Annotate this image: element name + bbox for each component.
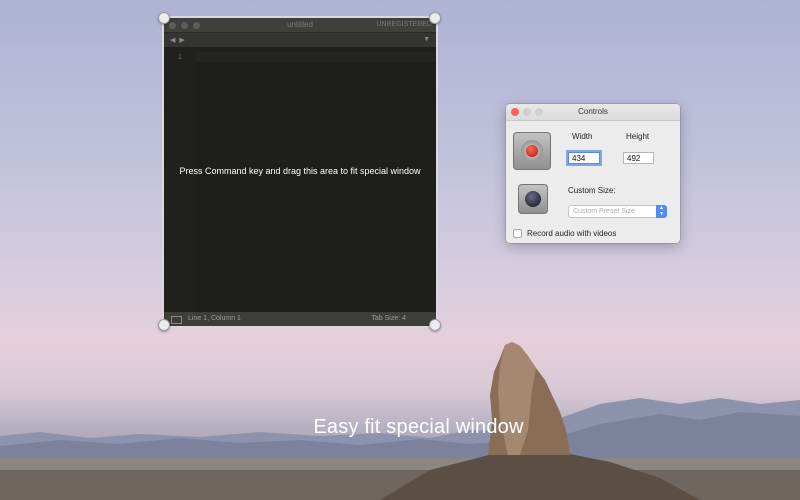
editor-titlebar[interactable]: untitled UNREGISTERED	[164, 18, 436, 32]
resize-handle-bottom-left[interactable]	[158, 319, 170, 331]
camera-lens-icon	[525, 191, 541, 207]
record-audio-label[interactable]: Record audio with videos	[527, 229, 616, 238]
caption-text: Easy fit special window	[313, 416, 524, 438]
chevron-updown-icon[interactable]: ▴ ▾	[656, 205, 667, 218]
custom-preset-select[interactable]: Custom Preset Size ▴ ▾	[568, 205, 667, 218]
resize-handle-top-right[interactable]	[429, 12, 441, 24]
cursor-position[interactable]: Line 1, Column 1	[188, 315, 241, 322]
camera-button[interactable]	[518, 184, 548, 214]
height-label: Height	[626, 132, 650, 141]
controls-titlebar[interactable]: Controls	[506, 104, 680, 121]
drag-instruction-text: Press Command key and drag this area to …	[179, 166, 421, 176]
width-field[interactable]: 434	[568, 152, 600, 164]
line-gutter	[164, 48, 196, 312]
controls-title: Controls	[578, 107, 608, 116]
record-dot-icon	[526, 145, 538, 157]
tab-size[interactable]: Tab Size: 4	[371, 315, 406, 322]
record-audio-checkbox[interactable]	[513, 229, 522, 238]
status-bar: Line 1, Column 1 Tab Size: 4	[164, 312, 436, 326]
line-number: 1	[178, 54, 182, 61]
custom-preset-placeholder: Custom Preset Size	[573, 208, 635, 215]
height-field[interactable]: 492	[623, 152, 654, 164]
editor-window[interactable]: untitled UNREGISTERED ◀ ▶ ▼ 1 Press Comm…	[164, 18, 436, 326]
record-button[interactable]	[513, 132, 551, 170]
resize-handle-bottom-right[interactable]	[429, 319, 441, 331]
current-line-highlight	[196, 52, 436, 62]
registration-label: UNREGISTERED	[376, 21, 432, 28]
controls-panel: Controls Width Height 434 492 Custom Siz…	[506, 104, 680, 243]
tab-dropdown-icon[interactable]: ▼	[423, 36, 430, 43]
width-label: Width	[572, 132, 593, 141]
resize-handle-top-left[interactable]	[158, 12, 170, 24]
nav-arrows-icon[interactable]: ◀ ▶	[170, 36, 186, 44]
custom-size-label: Custom Size:	[568, 186, 616, 195]
panel-toggle-icon[interactable]	[171, 316, 182, 324]
editor-tabbar: ◀ ▶ ▼	[164, 32, 436, 47]
